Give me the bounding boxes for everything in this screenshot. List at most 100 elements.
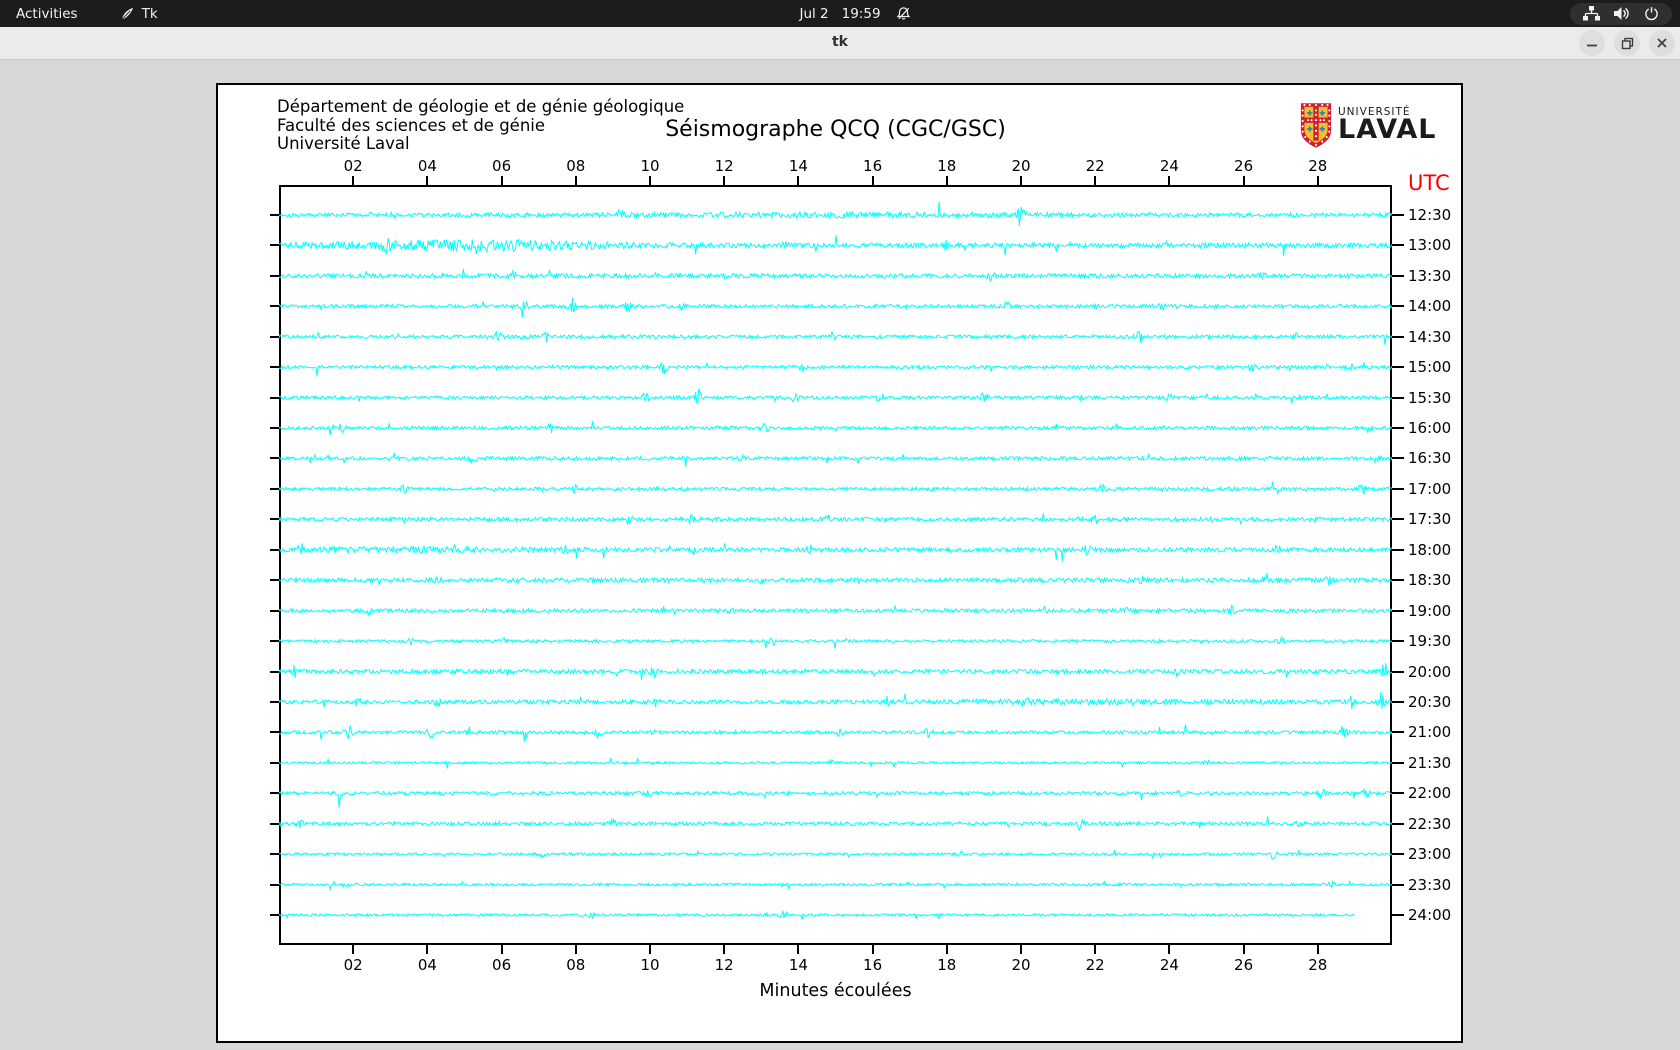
minimize-button[interactable] — [1579, 30, 1605, 56]
x-tick-mark — [945, 945, 948, 954]
seismogram-trace-21:00 — [279, 724, 1392, 742]
row-tick-right — [1392, 579, 1404, 582]
row-tick-right — [1392, 822, 1404, 825]
row-tick-right — [1392, 457, 1404, 460]
x-tick-label: 26 — [1234, 157, 1254, 175]
notifications-disabled-icon — [896, 6, 911, 21]
row-tick-left — [270, 335, 279, 338]
x-tick-mark — [1316, 176, 1319, 185]
seismogram-trace-18:30 — [279, 573, 1392, 587]
x-tick-label: 24 — [1159, 157, 1179, 175]
x-tick-mark — [500, 176, 503, 185]
x-tick-mark — [723, 176, 726, 185]
topbar-date: Jul 2 — [799, 5, 829, 22]
row-tick-right — [1392, 914, 1404, 916]
x-tick-mark — [871, 176, 874, 185]
network-icon — [1583, 6, 1600, 21]
seismogram-trace-16:00 — [279, 420, 1392, 435]
quick-settings-button[interactable] — [1570, 2, 1672, 25]
x-tick-label: 28 — [1308, 956, 1328, 974]
window-title: tk — [831, 34, 848, 50]
x-tick-label: 02 — [343, 956, 363, 974]
x-tick-label: 26 — [1234, 956, 1254, 974]
utc-time-label: 23:30 — [1408, 875, 1452, 894]
focused-app-name: Tk — [141, 5, 158, 22]
x-tick-mark — [649, 945, 651, 954]
seismogram-trace-19:30 — [279, 635, 1392, 649]
utc-time-label: 15:00 — [1408, 358, 1452, 377]
utc-time-label: 17:00 — [1408, 479, 1452, 498]
clock-button[interactable]: Jul 2 19:59 — [799, 6, 880, 22]
utc-time-label: 13:00 — [1408, 236, 1452, 255]
utc-time-label: 18:30 — [1408, 571, 1452, 590]
utc-time-label: 17:30 — [1408, 510, 1452, 529]
seismogram-trace-14:30 — [279, 330, 1392, 345]
x-tick-label: 18 — [937, 157, 957, 175]
focused-app-indicator[interactable]: Tk — [120, 6, 158, 22]
row-tick-right — [1392, 761, 1404, 764]
row-tick-left — [270, 640, 279, 643]
x-tick-label: 04 — [417, 956, 437, 974]
row-tick-right — [1392, 366, 1404, 369]
chart-title: Séismographe QCQ (CGC/GSC) — [665, 117, 1006, 142]
seismogram-trace-13:00 — [279, 235, 1392, 257]
laval-logo-large-text: LAVAL — [1338, 114, 1437, 145]
seismogram-trace-23:30 — [279, 879, 1392, 892]
seismogram-trace-22:30 — [279, 816, 1392, 831]
seismogram-trace-14:00 — [279, 297, 1392, 318]
x-tick-mark — [1242, 945, 1245, 954]
universite-laval-logo: UNIVERSITÉ LAVAL — [1300, 102, 1436, 149]
utc-time-label: 14:00 — [1408, 297, 1452, 316]
seismogram-trace-19:00 — [279, 603, 1392, 617]
row-tick-left — [270, 609, 279, 612]
seismogram-traces — [279, 201, 1392, 920]
row-tick-right — [1392, 274, 1404, 277]
laval-logo-text: UNIVERSITÉ LAVAL — [1338, 102, 1436, 149]
x-tick-label: 10 — [640, 956, 660, 974]
utc-time-label: 21:00 — [1408, 723, 1452, 742]
seismogram-trace-20:00 — [279, 663, 1392, 680]
row-tick-right — [1392, 731, 1404, 734]
row-tick-left — [270, 700, 279, 703]
x-tick-mark — [649, 176, 651, 185]
utc-time-label: 22:30 — [1408, 814, 1452, 833]
x-tick-mark — [797, 176, 800, 185]
x-tick-label: 16 — [863, 956, 883, 974]
seismogram-trace-16:30 — [279, 452, 1392, 468]
x-tick-label: 10 — [640, 157, 660, 175]
x-tick-mark — [352, 945, 355, 954]
maximize-button[interactable] — [1614, 30, 1640, 56]
x-tick-mark — [1020, 176, 1022, 185]
utc-time-label: 20:30 — [1408, 692, 1452, 711]
x-tick-label: 06 — [492, 956, 512, 974]
minimize-icon — [1587, 44, 1597, 47]
close-button[interactable] — [1649, 30, 1675, 56]
utc-time-label: 22:00 — [1408, 784, 1452, 803]
x-tick-label: 16 — [863, 157, 883, 175]
x-tick-mark — [1316, 945, 1319, 954]
x-tick-label: 20 — [1011, 956, 1031, 974]
row-tick-right — [1392, 548, 1404, 551]
window-titlebar[interactable]: tk — [0, 27, 1680, 60]
row-tick-left — [270, 214, 279, 216]
seismogram-trace-20:30 — [279, 692, 1392, 710]
x-tick-mark — [1094, 176, 1097, 185]
seismogram-trace-17:00 — [279, 481, 1392, 496]
laval-shield-icon — [1300, 102, 1332, 149]
seismogram-trace-12:30 — [279, 201, 1392, 227]
activities-button[interactable]: Activities — [16, 6, 78, 22]
row-tick-right — [1392, 609, 1404, 612]
x-tick-mark — [945, 176, 948, 185]
x-tick-label: 14 — [788, 956, 808, 974]
row-tick-left — [270, 761, 279, 764]
volume-icon — [1614, 6, 1630, 21]
row-tick-right — [1392, 396, 1404, 399]
power-icon — [1644, 6, 1659, 21]
x-tick-label: 08 — [566, 956, 586, 974]
utc-time-label: 24:00 — [1408, 906, 1452, 924]
desktop: { "topbar": { "activities": "Activities"… — [0, 0, 1680, 1050]
row-tick-right — [1392, 640, 1404, 643]
row-tick-left — [270, 396, 279, 399]
x-tick-label: 02 — [343, 157, 363, 175]
x-tick-mark — [574, 176, 577, 185]
